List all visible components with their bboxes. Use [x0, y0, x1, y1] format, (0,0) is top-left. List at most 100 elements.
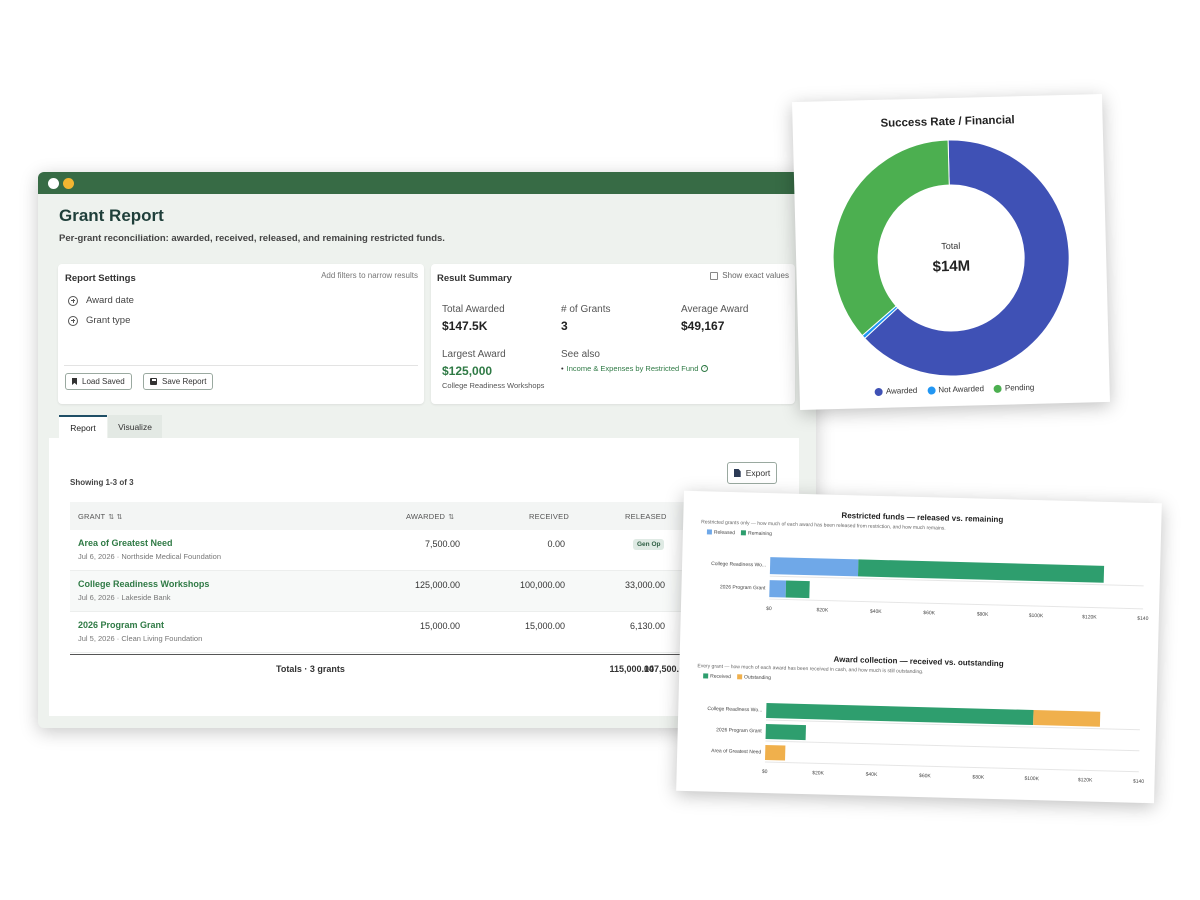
bar-received [765, 724, 806, 741]
result-summary-title: Result Summary [437, 273, 512, 284]
received-cell: 15,000.00 [524, 621, 565, 631]
column-header-label: GRANT [78, 512, 106, 521]
stat-label: # of Grants [561, 304, 611, 315]
award-collection-bar-chart: College Readiness Wo... 2026 Program Gran… [707, 703, 1144, 785]
bullet: • [561, 364, 564, 373]
chart-legend: Received Outstanding [703, 673, 771, 681]
settings-divider [64, 365, 418, 366]
category-label: 2026 Program Grant [716, 727, 762, 734]
stat-label: Total Awarded [442, 304, 505, 315]
filter-grant-type[interactable]: Grant type [68, 315, 130, 326]
x-tick-label: $20K [816, 607, 828, 613]
checkbox[interactable] [710, 271, 719, 280]
stat-value: $49,167 [681, 319, 725, 333]
legend-item-remaining[interactable]: Remaining [740, 530, 773, 538]
column-header-awarded[interactable]: AWARDED ⇅ [406, 512, 454, 521]
stat-label: Largest Award [442, 349, 506, 360]
see-also-link[interactable]: • Income & Expenses by Restricted Fund ? [561, 364, 709, 373]
table-row[interactable]: College Readiness Workshops Jul 6, 2026 … [70, 571, 710, 612]
chart-legend: Released Remaining [706, 529, 773, 538]
success-rate-chart-card: Success Rate / Financial Total $14M Awar… [792, 93, 1110, 411]
window-close-dot[interactable] [48, 177, 59, 189]
grant-meta: Jul 6, 2026 · Lakeside Bank [78, 593, 171, 602]
table-row[interactable]: Area of Greatest Need Jul 6, 2026 · Nort… [70, 530, 710, 571]
received-cell: 0.00 [547, 539, 565, 549]
x-tick-label: $140 [1137, 616, 1148, 622]
stat-label: Average Award [681, 304, 749, 315]
show-exact-values-toggle[interactable]: Show exact values [710, 271, 789, 280]
x-tick-label: $0 [762, 769, 768, 775]
legend-item-pending[interactable]: Pending [993, 383, 1034, 393]
page-title: Grant Report [59, 206, 164, 225]
legend-label: Received [710, 673, 732, 681]
released-cell: 33,000.00 [624, 580, 665, 590]
export-label: Export [745, 468, 771, 478]
grant-name-link[interactable]: 2026 Program Grant [78, 620, 164, 630]
filters-hint: Add filters to narrow results [321, 271, 418, 280]
show-exact-values-label: Show exact values [722, 271, 789, 280]
donut-legend: Awarded Not Awarded Pending [800, 381, 1110, 398]
legend-swatch [703, 673, 709, 679]
legend-swatch [706, 529, 712, 535]
category-label: 2026 Program Grant [720, 584, 766, 591]
donut-slice-pending [832, 139, 950, 337]
status-badge: Gen Op [633, 539, 665, 550]
filter-award-date[interactable]: Award date [68, 295, 134, 306]
legend-swatch [874, 387, 883, 396]
totals-received: 115,000.00 [609, 664, 654, 674]
see-also-label: See also [561, 349, 600, 360]
filter-label: Award date [86, 295, 134, 306]
gridline [765, 740, 1140, 752]
column-header-received[interactable]: RECEIVED [529, 512, 569, 521]
add-filter-icon [68, 295, 78, 306]
stat-average-award: Average Award $49,167 [681, 304, 748, 333]
load-saved-label: Load Saved [82, 377, 125, 386]
x-tick-label: $60K [923, 610, 935, 616]
report-settings-title: Report Settings [65, 273, 136, 284]
x-tick-label: $80K [972, 774, 984, 780]
x-tick-label: $80K [977, 612, 989, 618]
category-label: Area of Greatest Need [711, 748, 761, 755]
bar-outstanding [1033, 710, 1101, 727]
bar-released [769, 580, 787, 598]
grant-name-link[interactable]: College Readiness Workshops [78, 579, 209, 589]
awarded-cell: 7,500.00 [424, 539, 460, 549]
table-header: GRANT ⇅ ⇅ AWARDED ⇅ RECEIVED RELEASED [70, 502, 710, 530]
legend-item-awarded[interactable]: Awarded [874, 386, 917, 396]
column-header-label: AWARDED [406, 512, 446, 521]
column-header-grant[interactable]: GRANT ⇅ ⇅ [78, 512, 123, 521]
result-summary-card: Result Summary Show exact values Total A… [431, 264, 795, 404]
category-label: College Readiness Wo... [707, 706, 762, 713]
page-subtitle: Per-grant reconciliation: awarded, recei… [59, 233, 445, 244]
help-icon[interactable]: ? [701, 365, 709, 372]
filter-label: Grant type [86, 315, 131, 326]
bar-outstanding [764, 745, 786, 761]
column-header-released[interactable]: RELEASED [625, 512, 667, 521]
bar-received [766, 703, 1034, 726]
legend-item-released[interactable]: Released [706, 529, 735, 536]
grant-name-link[interactable]: Area of Greatest Need [78, 538, 173, 548]
sort-icon[interactable]: ⇅ [448, 514, 454, 521]
x-tick-label: $100K [1029, 613, 1044, 619]
load-saved-button[interactable]: Load Saved [65, 373, 132, 390]
export-button[interactable]: Export [727, 462, 777, 484]
stat-total-awarded: Total Awarded $147.5K [442, 304, 505, 333]
x-tick-label: $40K [866, 772, 878, 778]
legend-item-not-awarded[interactable]: Not Awarded [927, 384, 984, 394]
see-also-link-text[interactable]: Income & Expenses by Restricted Fund [567, 364, 699, 373]
tab-visualize[interactable]: Visualize [108, 415, 162, 438]
save-report-button[interactable]: Save Report [143, 373, 214, 390]
legend-item-outstanding[interactable]: Outstanding [736, 674, 771, 681]
x-tick-label: $20K [812, 770, 824, 776]
x-tick-label: $120K [1078, 777, 1093, 783]
chart-title: Success Rate / Financial [880, 114, 1015, 130]
table-row[interactable]: 2026 Program Grant Jul 5, 2026 · Clean L… [70, 612, 710, 653]
received-cell: 100,000.00 [519, 580, 565, 590]
x-tick-label: $100K [1024, 776, 1039, 782]
legend-item-received[interactable]: Received [703, 673, 731, 680]
tab-report[interactable]: Report [59, 415, 107, 438]
window-minimize-dot[interactable] [63, 177, 74, 189]
legend-label: Remaining [747, 530, 773, 538]
sort-icon[interactable]: ⇅ ⇅ [108, 514, 122, 521]
category-label: College Readiness Wo... [711, 561, 766, 568]
